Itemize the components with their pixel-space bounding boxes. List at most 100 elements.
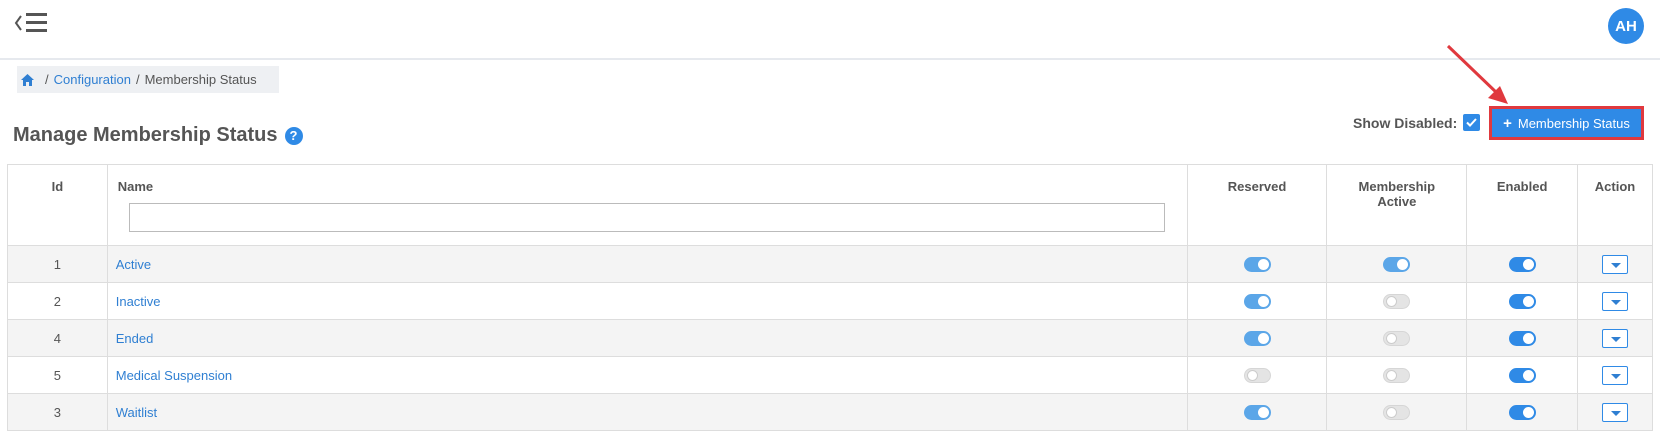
caret-down-icon — [1611, 336, 1622, 342]
enabled-toggle[interactable] — [1508, 331, 1536, 347]
cell-id: 4 — [7, 319, 108, 357]
page-title-wrap: Manage Membership Status ? — [13, 124, 303, 147]
cell-action — [1577, 282, 1653, 320]
enabled-toggle[interactable] — [1508, 405, 1536, 421]
home-icon[interactable] — [21, 73, 34, 86]
reserved-toggle[interactable] — [1243, 257, 1271, 273]
cell-name: Waitlist — [106, 393, 1188, 431]
breadcrumb: / Configuration / Membership Status — [17, 66, 279, 93]
toggle-knob — [1522, 259, 1534, 271]
toggle-knob — [1522, 333, 1534, 345]
membership-active-toggle[interactable] — [1383, 405, 1411, 421]
caret-down-icon — [1611, 262, 1622, 268]
toggle-knob — [1386, 407, 1398, 419]
top-bar: AH — [0, 0, 1660, 60]
checkmark-icon — [1466, 118, 1477, 127]
page-title: Manage Membership Status — [13, 124, 278, 146]
reserved-toggle[interactable] — [1243, 331, 1271, 347]
cell-id: 1 — [7, 245, 108, 283]
cell-enabled — [1466, 319, 1579, 357]
cell-membership-active — [1326, 282, 1468, 320]
column-header-membership-active[interactable]: Membership Active — [1326, 164, 1468, 246]
breadcrumb-separator: / — [135, 72, 140, 87]
add-membership-status-button[interactable]: + Membership Status — [1492, 109, 1641, 137]
cell-membership-active — [1326, 356, 1468, 394]
toggle-knob — [1257, 333, 1269, 345]
cell-action — [1577, 356, 1653, 394]
table-header-row: Id Name Reserved Membership Active Enabl… — [7, 164, 1653, 246]
breadcrumb-configuration-link[interactable]: Configuration — [54, 72, 131, 87]
cell-reserved — [1186, 356, 1328, 394]
action-dropdown-button[interactable] — [1602, 402, 1629, 422]
status-name-link[interactable]: Ended — [116, 331, 154, 346]
status-name-link[interactable]: Inactive — [116, 294, 161, 309]
table-row: 1 Active — [7, 245, 1653, 283]
toggle-knob — [1246, 370, 1258, 382]
status-name-link[interactable]: Medical Suspension — [116, 368, 232, 383]
column-header-action: Action — [1577, 164, 1653, 246]
action-dropdown-button[interactable] — [1602, 291, 1629, 311]
cell-id: 5 — [7, 356, 108, 394]
cell-id: 2 — [7, 282, 108, 320]
enabled-toggle[interactable] — [1508, 257, 1536, 273]
status-name-link[interactable]: Waitlist — [116, 405, 157, 420]
action-dropdown-button[interactable] — [1602, 365, 1629, 385]
action-dropdown-button[interactable] — [1602, 254, 1629, 274]
help-icon[interactable]: ? — [284, 126, 303, 145]
toggle-knob — [1257, 259, 1269, 271]
cell-reserved — [1186, 245, 1328, 283]
cell-action — [1577, 245, 1653, 283]
reserved-toggle[interactable] — [1243, 368, 1271, 384]
column-header-id[interactable]: Id — [7, 164, 108, 246]
cell-name: Active — [106, 245, 1188, 283]
enabled-toggle[interactable] — [1508, 294, 1536, 310]
enabled-toggle[interactable] — [1508, 368, 1536, 384]
breadcrumb-separator: / — [45, 72, 49, 87]
column-header-reserved[interactable]: Reserved — [1186, 164, 1328, 246]
toggle-knob — [1386, 370, 1398, 382]
cell-action — [1577, 393, 1653, 431]
avatar-initials: AH — [1615, 17, 1637, 35]
show-disabled-checkbox[interactable] — [1463, 114, 1481, 131]
annotation-arrow — [1446, 44, 1508, 104]
cell-membership-active — [1326, 393, 1468, 431]
cell-action — [1577, 319, 1653, 357]
status-name-link[interactable]: Active — [116, 257, 151, 272]
table-row: 4 Ended — [7, 319, 1653, 357]
toggle-knob — [1522, 407, 1534, 419]
show-disabled-label: Show Disabled: — [1353, 114, 1458, 131]
membership-active-toggle[interactable] — [1383, 368, 1411, 384]
column-header-membership-label: Membership — [1358, 179, 1436, 194]
column-header-name-label[interactable]: Name — [118, 179, 153, 194]
plus-icon: + — [1503, 114, 1512, 132]
membership-active-toggle[interactable] — [1383, 331, 1411, 347]
avatar[interactable]: AH — [1608, 8, 1644, 44]
toggle-knob — [1522, 370, 1534, 382]
table-row: 3 Waitlist — [7, 393, 1653, 431]
action-dropdown-button[interactable] — [1602, 328, 1629, 348]
toggle-knob — [1397, 259, 1409, 271]
column-header-enabled[interactable]: Enabled — [1466, 164, 1579, 246]
reserved-toggle[interactable] — [1243, 405, 1271, 421]
membership-active-toggle[interactable] — [1383, 257, 1411, 273]
membership-active-toggle[interactable] — [1383, 294, 1411, 310]
cell-id: 3 — [7, 393, 108, 431]
column-header-active-label: Active — [1377, 194, 1417, 209]
name-filter-input[interactable] — [128, 203, 1165, 232]
cell-enabled — [1466, 356, 1579, 394]
table-row: 2 Inactive — [7, 282, 1653, 320]
reserved-toggle[interactable] — [1243, 294, 1271, 310]
table-row: 5 Medical Suspension — [7, 356, 1653, 394]
membership-status-table: Id Name Reserved Membership Active Enabl… — [7, 164, 1653, 431]
cell-membership-active — [1326, 319, 1468, 357]
cell-reserved — [1186, 393, 1328, 431]
toggle-knob — [1257, 407, 1269, 419]
breadcrumb-current: Membership Status — [144, 72, 257, 87]
cell-enabled — [1466, 282, 1579, 320]
cell-name: Ended — [106, 319, 1188, 357]
menu-collapse-icon[interactable] — [14, 10, 54, 36]
toggle-knob — [1257, 296, 1269, 308]
add-button-label: Membership Status — [1517, 115, 1630, 131]
toggle-knob — [1522, 296, 1534, 308]
cell-name: Medical Suspension — [106, 356, 1188, 394]
